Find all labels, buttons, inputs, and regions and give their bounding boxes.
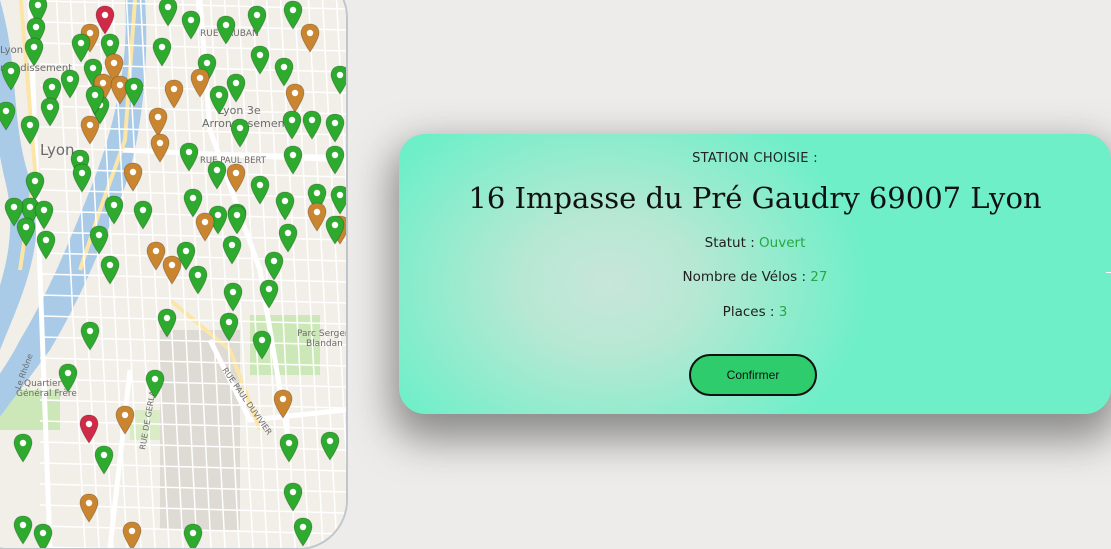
bikes-value: 27 xyxy=(810,269,828,285)
status-label: Statut : xyxy=(704,235,760,251)
station-map[interactable]: Lyon Lyon 3eArrondissement Lyonrrondisse… xyxy=(0,0,346,548)
station-card: STATION CHOISIE : 16 Impasse du Pré Gaud… xyxy=(399,134,1111,414)
status-value: Ouvert xyxy=(759,235,806,251)
confirm-button[interactable]: Confirmer xyxy=(689,354,817,396)
edge-divider xyxy=(1106,272,1111,273)
status-row: Statut : Ouvert xyxy=(399,235,1111,251)
places-value: 3 xyxy=(778,304,788,320)
places-row: Places : 3 xyxy=(399,304,1111,320)
map-label-city: Lyon xyxy=(40,141,75,159)
card-subtitle: STATION CHOISIE : xyxy=(692,151,818,166)
bikes-label: Nombre de Vélos : xyxy=(682,269,811,285)
map-canvas[interactable]: Lyon Lyon 3eArrondissement Lyonrrondisse… xyxy=(0,0,346,548)
places-label: Places : xyxy=(722,304,779,320)
station-address: 16 Impasse du Pré Gaudry 69007 Lyon xyxy=(468,181,1042,215)
bikes-row: Nombre de Vélos : 27 xyxy=(399,269,1111,285)
